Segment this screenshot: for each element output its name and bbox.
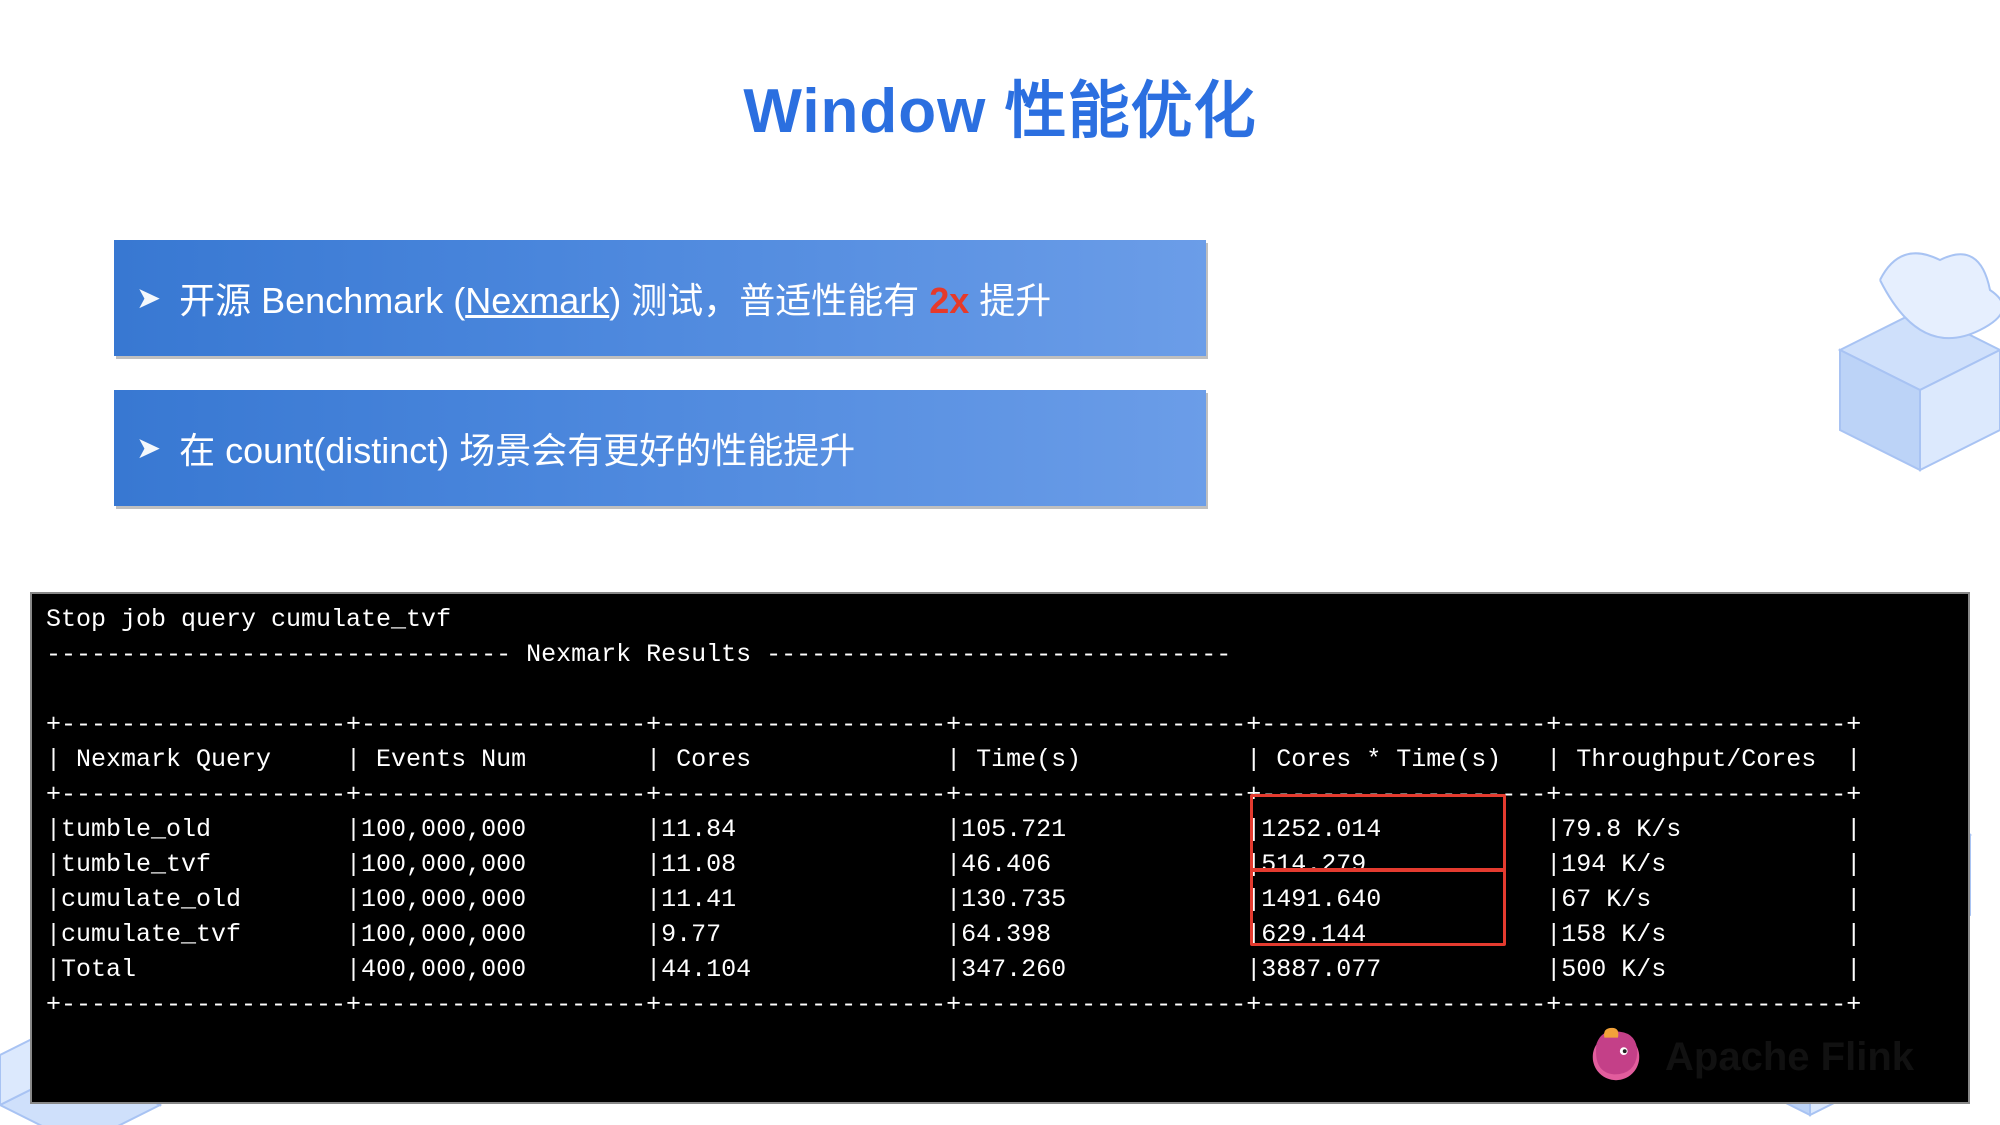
term-row: |cumulate_old |100,000,000 |11.41 |130.7… bbox=[46, 885, 1861, 914]
term-line: ------------------------------- Nexmark … bbox=[46, 640, 1231, 669]
bullet-1-pre: 开源 Benchmark ( bbox=[179, 280, 465, 321]
bg-cubes-right-top bbox=[1780, 230, 2000, 590]
bullet-1-post: 提升 bbox=[969, 280, 1051, 321]
bullet-1-text: 开源 Benchmark (Nexmark) 测试，普适性能有 2x 提升 bbox=[179, 272, 1051, 324]
term-sep: +-------------------+-------------------… bbox=[46, 990, 1861, 1019]
term-sep: +-------------------+-------------------… bbox=[46, 780, 1861, 809]
footer-name: Apache Flink bbox=[1665, 1035, 1914, 1080]
chevron-right-icon: ➤ bbox=[136, 281, 161, 316]
term-header: | Nexmark Query | Events Num | Cores | T… bbox=[46, 745, 1861, 774]
term-row: |cumulate_tvf |100,000,000 |9.77 |64.398… bbox=[46, 920, 1861, 949]
slide-title: Window 性能优化 bbox=[0, 60, 2000, 150]
bullet-2: ➤ 在 count(distinct) 场景会有更好的性能提升 bbox=[114, 390, 1206, 506]
bullet-2-text: 在 count(distinct) 场景会有更好的性能提升 bbox=[179, 422, 855, 474]
footer-logo: Apache Flink bbox=[1585, 1024, 1914, 1091]
chevron-right-icon: ➤ bbox=[136, 431, 161, 466]
term-line: Stop job query cumulate_tvf bbox=[46, 605, 451, 634]
term-row: |tumble_old |100,000,000 |11.84 |105.721… bbox=[46, 815, 1861, 844]
term-sep: +-------------------+-------------------… bbox=[46, 710, 1861, 739]
bullet-1: ➤ 开源 Benchmark (Nexmark) 测试，普适性能有 2x 提升 bbox=[114, 240, 1206, 356]
bullet-1-link: Nexmark bbox=[465, 280, 609, 321]
term-row: |tumble_tvf |100,000,000 |11.08 |46.406 … bbox=[46, 850, 1861, 879]
bullet-1-highlight: 2x bbox=[929, 280, 969, 321]
flink-squirrel-icon bbox=[1585, 1024, 1647, 1091]
term-row: |Total |400,000,000 |44.104 |347.260 |38… bbox=[46, 955, 1861, 984]
bullet-1-mid: ) 测试，普适性能有 bbox=[609, 280, 929, 321]
